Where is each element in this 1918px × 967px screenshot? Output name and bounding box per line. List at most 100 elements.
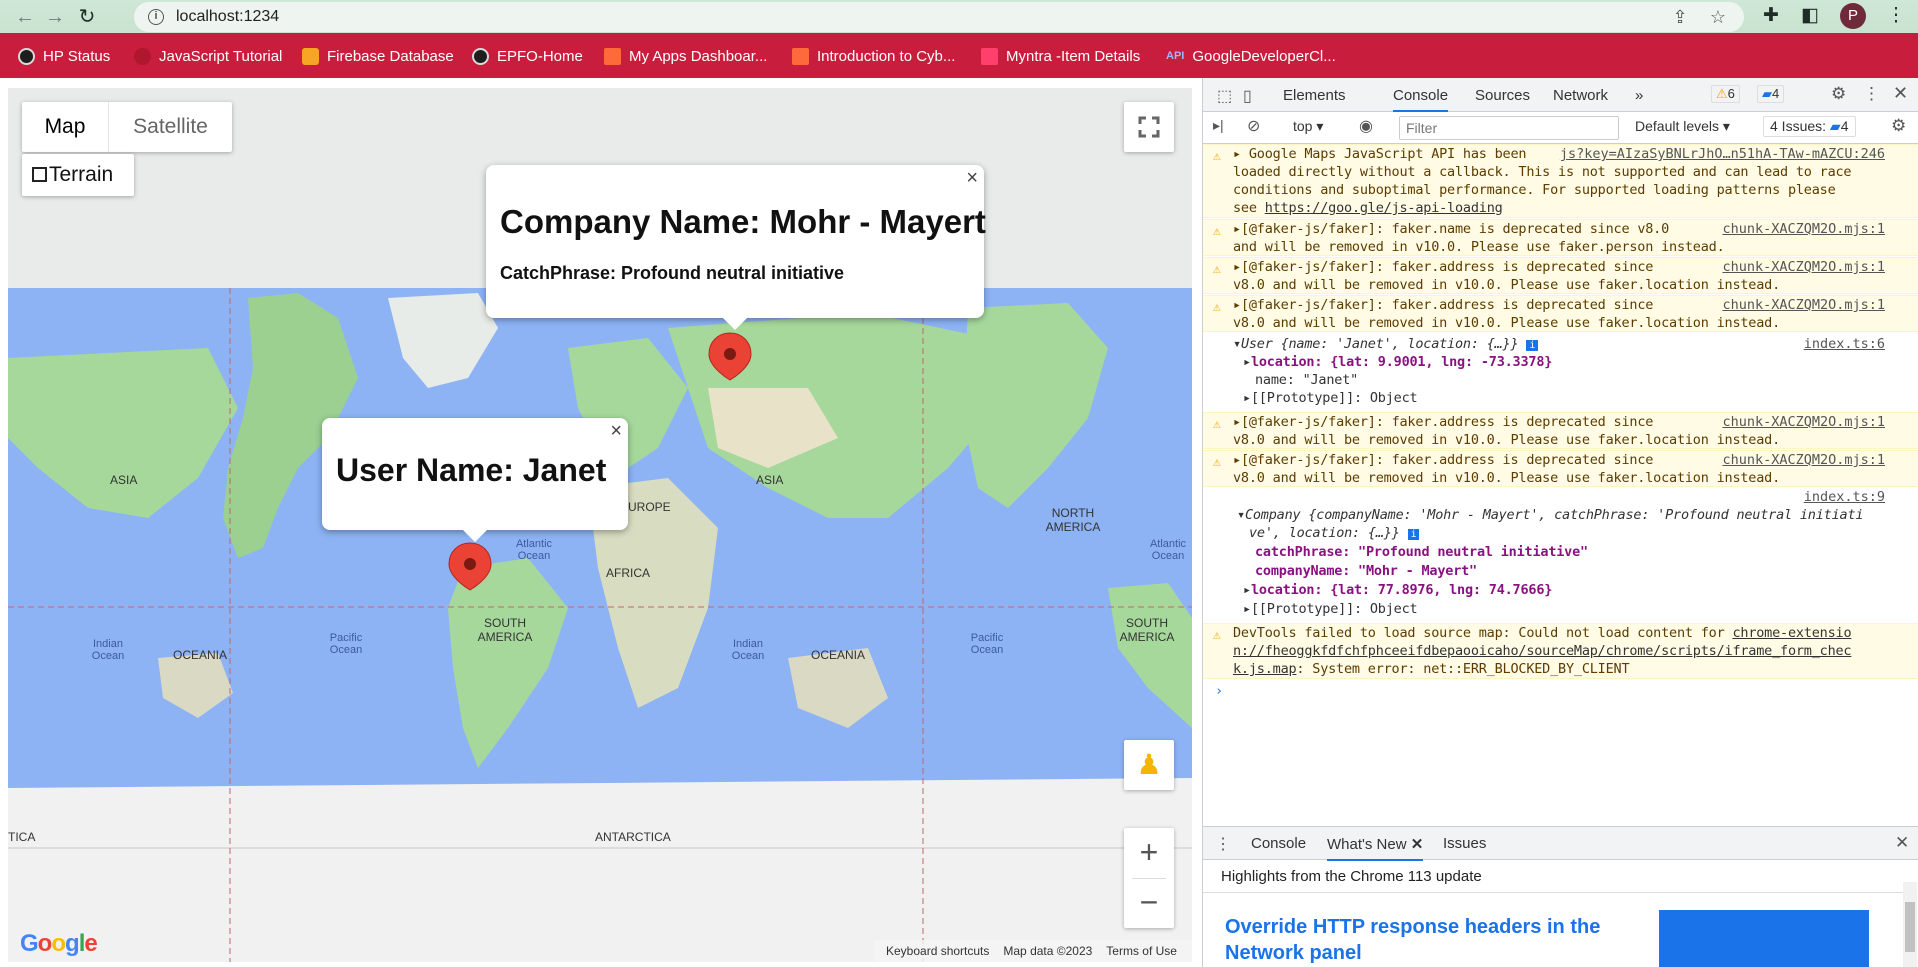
extensions-puzzle-icon[interactable]: ✚ — [1759, 4, 1783, 28]
warning-count: 6 — [1727, 86, 1735, 101]
bookmark-googledevelopercl[interactable]: API GoogleDeveloperCl... — [1166, 45, 1336, 67]
source-link[interactable]: js?key=AIzaSyBNLrJhO…n51hA-TAw-mAZCU:246 — [1560, 145, 1885, 164]
label-south-america-2: SOUTH AMERICA — [1119, 616, 1175, 644]
close-tab-icon[interactable]: ✕ — [1411, 836, 1424, 853]
user-name-heading: User Name: Janet — [336, 452, 607, 488]
source-map-link[interactable]: n://fheoggkfdfchfphceeifdbepaooicaho/sou… — [1233, 643, 1852, 659]
issues-button[interactable]: 4 Issues: ▰4 — [1763, 116, 1856, 137]
source-link[interactable]: chunk-XACZQM2O.mjs:1 — [1722, 451, 1885, 470]
sidebar-toggle-icon[interactable]: ▸| — [1213, 117, 1224, 134]
street-view-pegman-icon[interactable]: ♟ — [1124, 740, 1174, 790]
tab-network[interactable]: Network — [1553, 87, 1608, 104]
article-thumbnail — [1659, 910, 1869, 967]
device-toolbar-icon[interactable]: ▯ — [1243, 86, 1252, 106]
google-logo[interactable]: Google — [20, 930, 98, 958]
scrollbar[interactable] — [1903, 882, 1917, 967]
close-devtools-icon[interactable]: ✕ — [1893, 83, 1908, 104]
console-prompt[interactable]: › — [1203, 682, 1918, 702]
article-link-cont[interactable]: Network panel — [1225, 942, 1362, 967]
terrain-checkbox[interactable]: Terrain — [22, 154, 134, 196]
source-link[interactable]: index.ts:6 — [1804, 335, 1885, 354]
bookmark-javascript-tutorial[interactable]: JavaScript Tutorial — [134, 45, 282, 67]
message-text: [@faker-js/faker]: faker.address is depr… — [1240, 297, 1654, 313]
console-settings-gear-icon[interactable]: ⚙ — [1891, 116, 1906, 136]
address-bar[interactable]: i localhost:1234 ⇪ ☆ — [134, 2, 1744, 32]
source-map-link[interactable]: k.js.map — [1233, 661, 1297, 677]
settings-gear-icon[interactable]: ⚙ — [1831, 84, 1846, 104]
label-oceania: OCEANIA — [173, 648, 228, 662]
tab-console[interactable]: Console — [1393, 87, 1449, 112]
clear-console-icon[interactable]: ⊘ — [1247, 116, 1260, 136]
reload-icon[interactable]: ↻ — [74, 4, 100, 30]
bookmark-label: GoogleDeveloperCl... — [1192, 47, 1336, 65]
site-info-icon[interactable]: i — [148, 9, 164, 25]
warnings-badge[interactable]: ⚠6 — [1711, 85, 1740, 103]
terms-link[interactable]: Terms of Use — [1106, 944, 1177, 958]
message-text: : System error: net::ERR_BLOCKED_BY_CLIE… — [1296, 661, 1630, 677]
tab-elements[interactable]: Elements — [1283, 87, 1346, 104]
user-info-window: × User Name: Janet — [322, 418, 628, 542]
map-footer: Keyboard shortcuts Map data ©2023 Terms … — [874, 940, 1192, 962]
bookmark-star-icon[interactable]: ☆ — [1708, 7, 1728, 27]
drawer-tab-whats-new[interactable]: What's New ✕ — [1327, 835, 1424, 861]
checkbox-icon[interactable] — [32, 167, 47, 182]
bookmark-introduction-to-cyb[interactable]: Introduction to Cyb... — [792, 45, 955, 67]
bookmark-myntra-item-details[interactable]: Myntra -Item Details — [981, 45, 1140, 67]
label-north-america: NORTH AMERICA — [1045, 506, 1101, 534]
source-map-link[interactable]: chrome-extensio — [1732, 625, 1851, 641]
close-icon[interactable]: × — [610, 420, 622, 443]
log-levels-select[interactable]: Default levels ▾ — [1635, 118, 1730, 135]
console-log-company[interactable]: index.ts:9 ▾Company {companyName: 'Mohr … — [1203, 488, 1918, 618]
side-panel-icon[interactable]: ◧ — [1798, 4, 1822, 28]
map-type-satellite-button[interactable]: Satellite — [108, 102, 232, 152]
drawer-tab-console[interactable]: Console — [1251, 835, 1306, 852]
back-arrow-icon[interactable]: ← — [12, 4, 38, 30]
share-icon[interactable]: ⇪ — [1670, 7, 1690, 27]
source-link[interactable]: chunk-XACZQM2O.mjs:1 — [1722, 413, 1885, 432]
keyboard-shortcuts-link[interactable]: Keyboard shortcuts — [886, 944, 989, 958]
warning-icon: ⚠ — [1213, 300, 1221, 315]
bookmark-firebase-database[interactable]: Firebase Database — [302, 45, 454, 67]
article-link[interactable]: Override HTTP response headers in the — [1225, 916, 1600, 939]
message-text: DevTools failed to load source map: Coul… — [1233, 625, 1725, 641]
zoom-in-button[interactable]: + — [1124, 828, 1174, 878]
globe-icon — [472, 47, 489, 65]
url-text: localhost:1234 — [176, 8, 280, 25]
warning-icon: ⚠ — [1213, 149, 1221, 164]
zoom-out-button[interactable]: − — [1124, 878, 1174, 928]
chrome-menu-icon[interactable]: ⋮ — [1884, 4, 1908, 28]
source-link[interactable]: index.ts:9 — [1804, 488, 1885, 507]
drawer-tab-issues[interactable]: Issues — [1443, 835, 1486, 852]
source-link[interactable]: chunk-XACZQM2O.mjs:1 — [1722, 296, 1885, 315]
filter-input[interactable]: Filter — [1399, 116, 1619, 140]
bookmark-hp-status[interactable]: HP Status — [18, 45, 110, 67]
fullscreen-button[interactable] — [1124, 102, 1174, 152]
browser-toolbar: ← → ↻ i localhost:1234 ⇪ ☆ ✚ ◧ P ⋮ — [0, 0, 1918, 33]
console-log-user[interactable]: ▾User {name: 'Janet', location: {…}} i i… — [1203, 335, 1918, 409]
forward-arrow-icon[interactable]: → — [42, 4, 68, 30]
google-map[interactable]: ASIA ASIA EUROPE AFRICA OCEANIA OCEANIA … — [8, 88, 1192, 962]
article-title: Override HTTP response headers in the — [1225, 916, 1601, 938]
zoom-control: + − — [1124, 828, 1174, 928]
drawer-menu-icon[interactable]: ⋮ — [1215, 834, 1231, 854]
source-link[interactable]: chunk-XACZQM2O.mjs:1 — [1722, 220, 1885, 239]
source-link[interactable]: chunk-XACZQM2O.mjs:1 — [1722, 258, 1885, 277]
messages-badge[interactable]: ▰4 — [1757, 85, 1785, 103]
inspect-element-icon[interactable]: ⬚ — [1217, 86, 1232, 106]
scrollbar-thumb[interactable] — [1905, 902, 1915, 952]
close-drawer-icon[interactable]: ✕ — [1895, 833, 1909, 853]
warning-icon: ⚠ — [1213, 262, 1221, 277]
message-text: and will be removed in v10.0. Please use… — [1233, 239, 1725, 255]
profile-avatar[interactable]: P — [1840, 3, 1866, 29]
context-select[interactable]: top ▾ — [1293, 118, 1323, 135]
eye-icon[interactable]: ◉ — [1359, 116, 1373, 136]
bookmark-epfo-home[interactable]: EPFO-Home — [472, 45, 583, 67]
more-tabs-icon[interactable]: » — [1635, 87, 1643, 104]
kebab-menu-icon[interactable]: ⋮ — [1863, 84, 1880, 104]
close-icon[interactable]: × — [966, 167, 978, 190]
docs-link[interactable]: https://goo.gle/js-api-loading — [1265, 200, 1503, 216]
bookmark-my-apps-dashboard[interactable]: My Apps Dashboar... — [604, 45, 767, 67]
message-text: v8.0 and will be removed in v10.0. Pleas… — [1233, 432, 1781, 448]
tab-sources[interactable]: Sources — [1475, 87, 1530, 104]
map-type-map-button[interactable]: Map — [22, 102, 108, 152]
